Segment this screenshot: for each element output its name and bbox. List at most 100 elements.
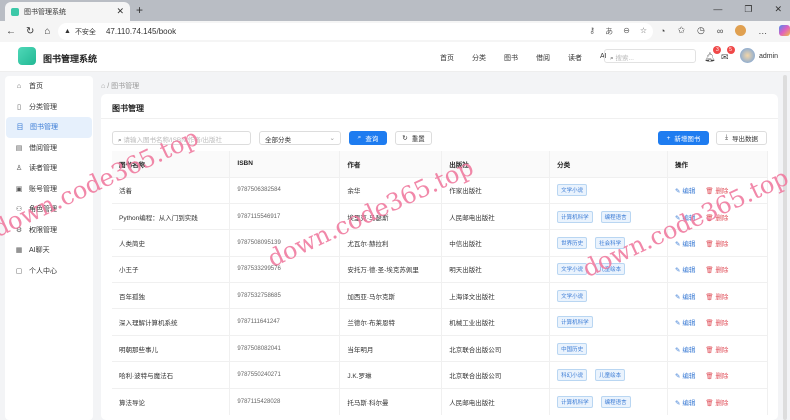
sidebar-item[interactable]: ⌂ 首页 (5, 76, 93, 97)
table-row: 深入理解计算机系统 9787111641247 兰德尔·布莱恩特 机械工业出版社… (112, 308, 768, 336)
sidebar-item[interactable]: ▦ AI聊天 (5, 240, 93, 261)
category-tag: 文学小说 (557, 263, 588, 276)
category-tag: 计算机科学 (557, 210, 593, 223)
edit-button[interactable]: ✎ 编辑 (675, 215, 695, 222)
delete-button[interactable]: 🗑︎ 删除 (705, 188, 728, 195)
edit-button[interactable]: ✎ 编辑 (675, 241, 695, 248)
edit-button[interactable]: ✎ 编辑 (675, 294, 695, 301)
delete-button[interactable]: 🗑︎ 删除 (705, 215, 728, 222)
home-icon[interactable]: ⌂ (44, 26, 50, 37)
table-row: 百年孤独 9787532758685 加西亚·马尔克斯 上海译文出版社 文学小说… (112, 282, 768, 309)
nav-readers[interactable]: 读者 (568, 53, 582, 63)
column-header-publisher[interactable]: 出版社 (441, 151, 551, 177)
search-icon: ⌕ (357, 134, 362, 141)
book-search-input[interactable]: ⌕ 请输入图书名称/ISBN/作者/出版社 (112, 131, 251, 145)
username[interactable]: admin (759, 53, 778, 60)
sidebar-item[interactable]: ▤ 借阅管理 (5, 138, 93, 159)
mail-icon[interactable]: ✉ 5 (721, 46, 735, 63)
reload-icon[interactable]: ↻ (26, 26, 34, 37)
sidebar-item-label: 个人中心 (29, 267, 57, 275)
new-tab-button[interactable]: + (136, 3, 143, 17)
edit-button[interactable]: ✎ 编辑 (675, 400, 695, 407)
sidebar-item[interactable]: ▯ 分类管理 (5, 97, 93, 118)
cell-category: 计算机科学 编程语言 (549, 387, 669, 415)
cell-publisher: 北京联合出版公司 (441, 334, 551, 362)
query-button[interactable]: ⌕ 查询 (349, 131, 387, 145)
sidebar-item[interactable]: ▢ 个人中心 (5, 261, 93, 282)
column-header-author[interactable]: 作者 (339, 151, 443, 177)
cell-publisher: 作家出版社 (441, 176, 551, 204)
edit-button[interactable]: ✎ 编辑 (675, 347, 695, 354)
key-icon[interactable]: ⚷ (589, 26, 595, 37)
delete-button[interactable]: 🗑︎ 删除 (705, 294, 728, 301)
cell-name: 哈利·波特与魔法石 (112, 361, 231, 389)
delete-button[interactable]: 🗑︎ 删除 (705, 400, 728, 407)
sidebar-item[interactable]: ▣ 账号管理 (5, 179, 93, 200)
trash-icon: 🗑︎ (705, 320, 716, 328)
column-header-name[interactable]: 图书名称 (112, 151, 231, 177)
column-header-category[interactable]: 分类 (549, 151, 669, 177)
column-header-isbn[interactable]: ISBN (229, 151, 341, 177)
edit-button[interactable]: ✎ 编辑 (675, 188, 695, 195)
delete-button[interactable]: 🗑︎ 删除 (705, 241, 728, 248)
nav-category[interactable]: 分类 (472, 53, 486, 63)
sidebar-item[interactable]: ♙ 读者管理 (5, 158, 93, 179)
cell-category: 中国历史 (549, 334, 669, 362)
cell-isbn: 9787532758685 (229, 282, 341, 309)
reset-button[interactable]: ↻ 重置 (395, 131, 432, 145)
trash-icon: 🗑︎ (705, 399, 716, 407)
copilot-icon[interactable] (779, 25, 790, 36)
browser-tab[interactable]: 图书管理系统 ✕ (5, 2, 130, 21)
sidebar-item-label: 权限管理 (29, 226, 57, 234)
favorites-icon[interactable]: ✩ (677, 25, 685, 36)
edit-button[interactable]: ✎ 编辑 (675, 320, 695, 327)
more-icon[interactable]: … (758, 26, 767, 36)
delete-button[interactable]: 🗑︎ 删除 (705, 347, 728, 354)
star-icon[interactable]: ☆ (640, 26, 647, 37)
close-window-button[interactable]: ✕ (774, 4, 782, 15)
close-tab-icon[interactable]: ✕ (116, 6, 124, 17)
cell-category: 文学小说 (549, 176, 669, 204)
sidebar-item[interactable]: 目图书管理 (6, 117, 92, 138)
sidebar-item[interactable]: ⚇ 角色管理 (5, 199, 93, 220)
nav-borrow[interactable]: 借阅 (536, 53, 550, 63)
delete-button[interactable]: 🗑︎ 删除 (705, 267, 728, 274)
category-tag: 儿童绘本 (595, 263, 626, 276)
nav-home[interactable]: 首页 (440, 53, 454, 63)
avatar[interactable] (740, 48, 755, 63)
cell-name: 人类简史 (112, 229, 231, 257)
cell-isbn: 9787115546917 (229, 202, 341, 230)
delete-button[interactable]: 🗑︎ 删除 (705, 373, 728, 380)
profile-icon[interactable] (735, 25, 747, 36)
category-select[interactable]: 全部分类 ⌄ (259, 131, 341, 145)
back-icon[interactable]: ← (6, 26, 16, 37)
extension-icon[interactable]: ◔ (660, 26, 665, 36)
breadcrumb-home-icon[interactable]: ⌂ (101, 83, 105, 90)
cell-author: 加西亚·马尔克斯 (339, 282, 443, 309)
edit-button[interactable]: ✎ 编辑 (675, 267, 695, 274)
sidebar-item-label: 分类管理 (29, 103, 57, 111)
link-icon[interactable]: ∞ (717, 26, 723, 36)
sidebar-item-label: 角色管理 (29, 206, 57, 214)
zoom-icon[interactable]: ⊖ (623, 26, 630, 37)
scrollbar[interactable] (783, 75, 787, 420)
nav-books[interactable]: 图书 (504, 53, 518, 63)
sidebar-item[interactable]: ⚙ 权限管理 (5, 220, 93, 241)
sidebar-item-icon: ⚙ (15, 226, 23, 234)
category-tag: 文学小说 (557, 184, 588, 197)
minimize-button[interactable]: — (713, 4, 722, 15)
url-bar[interactable]: ▲ 不安全 47.110.74.145/book ⚷ あ ⊖ ☆ (58, 23, 653, 40)
export-button[interactable]: ⤓ 导出数据 (716, 131, 767, 145)
history-icon[interactable]: ◷ (697, 25, 705, 36)
edit-button[interactable]: ✎ 编辑 (675, 373, 695, 380)
delete-button[interactable]: 🗑︎ 删除 (705, 320, 728, 327)
bell-icon[interactable]: 🔔︎ 3 (704, 46, 722, 63)
cell-name: 活着 (112, 176, 231, 204)
maximize-button[interactable]: ❐ (744, 4, 752, 15)
column-header-actions: 操作 (667, 151, 768, 177)
cell-isbn: 9787111641247 (229, 308, 341, 336)
translate-icon[interactable]: あ (605, 26, 613, 37)
header-search-input[interactable]: ⌕ 搜索... (604, 49, 696, 63)
add-book-button[interactable]: + 新增图书 (658, 131, 709, 145)
cell-publisher: 人民邮电出版社 (441, 202, 551, 230)
